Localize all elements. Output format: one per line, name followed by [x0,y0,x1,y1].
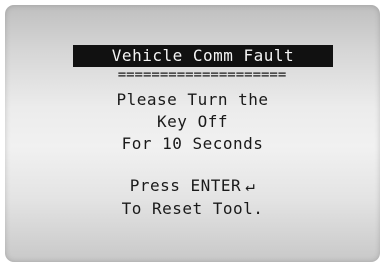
title-divider: ==================== [117,67,287,83]
enter-prompt: Press ENTER ↵ [5,175,380,197]
enter-key-icon: ↵ [245,176,256,195]
message-line-3: For 10 Seconds [121,134,264,153]
screen-title: Vehicle Comm Fault [73,45,333,67]
message-line-2: Key Off [157,112,228,131]
lcd-screen: Vehicle Comm Fault ==================== … [5,5,380,262]
enter-prompt-text: Press ENTER [129,176,242,195]
reset-instruction: To Reset Tool. [121,199,264,218]
device-bezel: Vehicle Comm Fault ==================== … [0,0,385,267]
message-line-1: Please Turn the [116,90,269,109]
